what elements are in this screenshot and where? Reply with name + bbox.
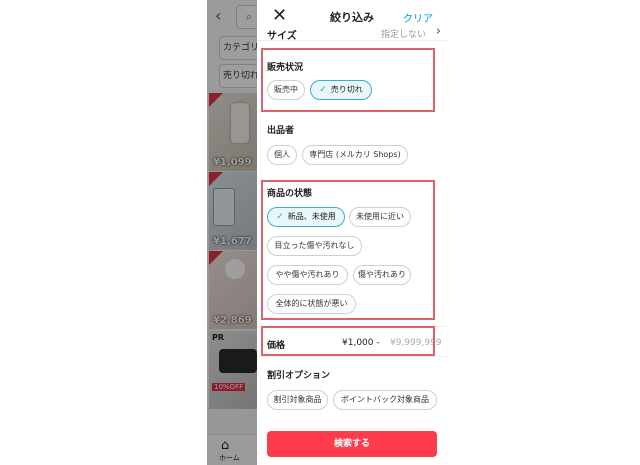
chip-pointback-items[interactable]: ポイントバック対象商品 bbox=[333, 390, 437, 410]
highlight-box-condition bbox=[261, 180, 435, 320]
seller-title: 出品者 bbox=[267, 126, 295, 136]
divider bbox=[257, 40, 447, 41]
chip-individual[interactable]: 個人 bbox=[267, 145, 297, 165]
highlight-box-price bbox=[261, 326, 435, 356]
divider bbox=[257, 356, 447, 357]
discount-title: 割引オプション bbox=[267, 371, 331, 381]
chip-discount-items[interactable]: 割引対象商品 bbox=[267, 390, 328, 410]
size-value[interactable]: 指定しない bbox=[381, 27, 426, 40]
dim-overlay[interactable] bbox=[207, 0, 257, 465]
chip-shops[interactable]: 専門店 (メルカリ Shops) bbox=[302, 145, 408, 165]
search-button[interactable]: 検索する bbox=[267, 431, 437, 457]
filter-panel: ✕ 絞り込み クリア サイズ 指定しない › 販売状況 販売中 ✓ 売り切れ 出品… bbox=[257, 0, 447, 465]
highlight-box-sale-status bbox=[261, 48, 435, 112]
clear-button[interactable]: クリア bbox=[403, 10, 433, 25]
chevron-right-icon[interactable]: › bbox=[436, 24, 441, 39]
